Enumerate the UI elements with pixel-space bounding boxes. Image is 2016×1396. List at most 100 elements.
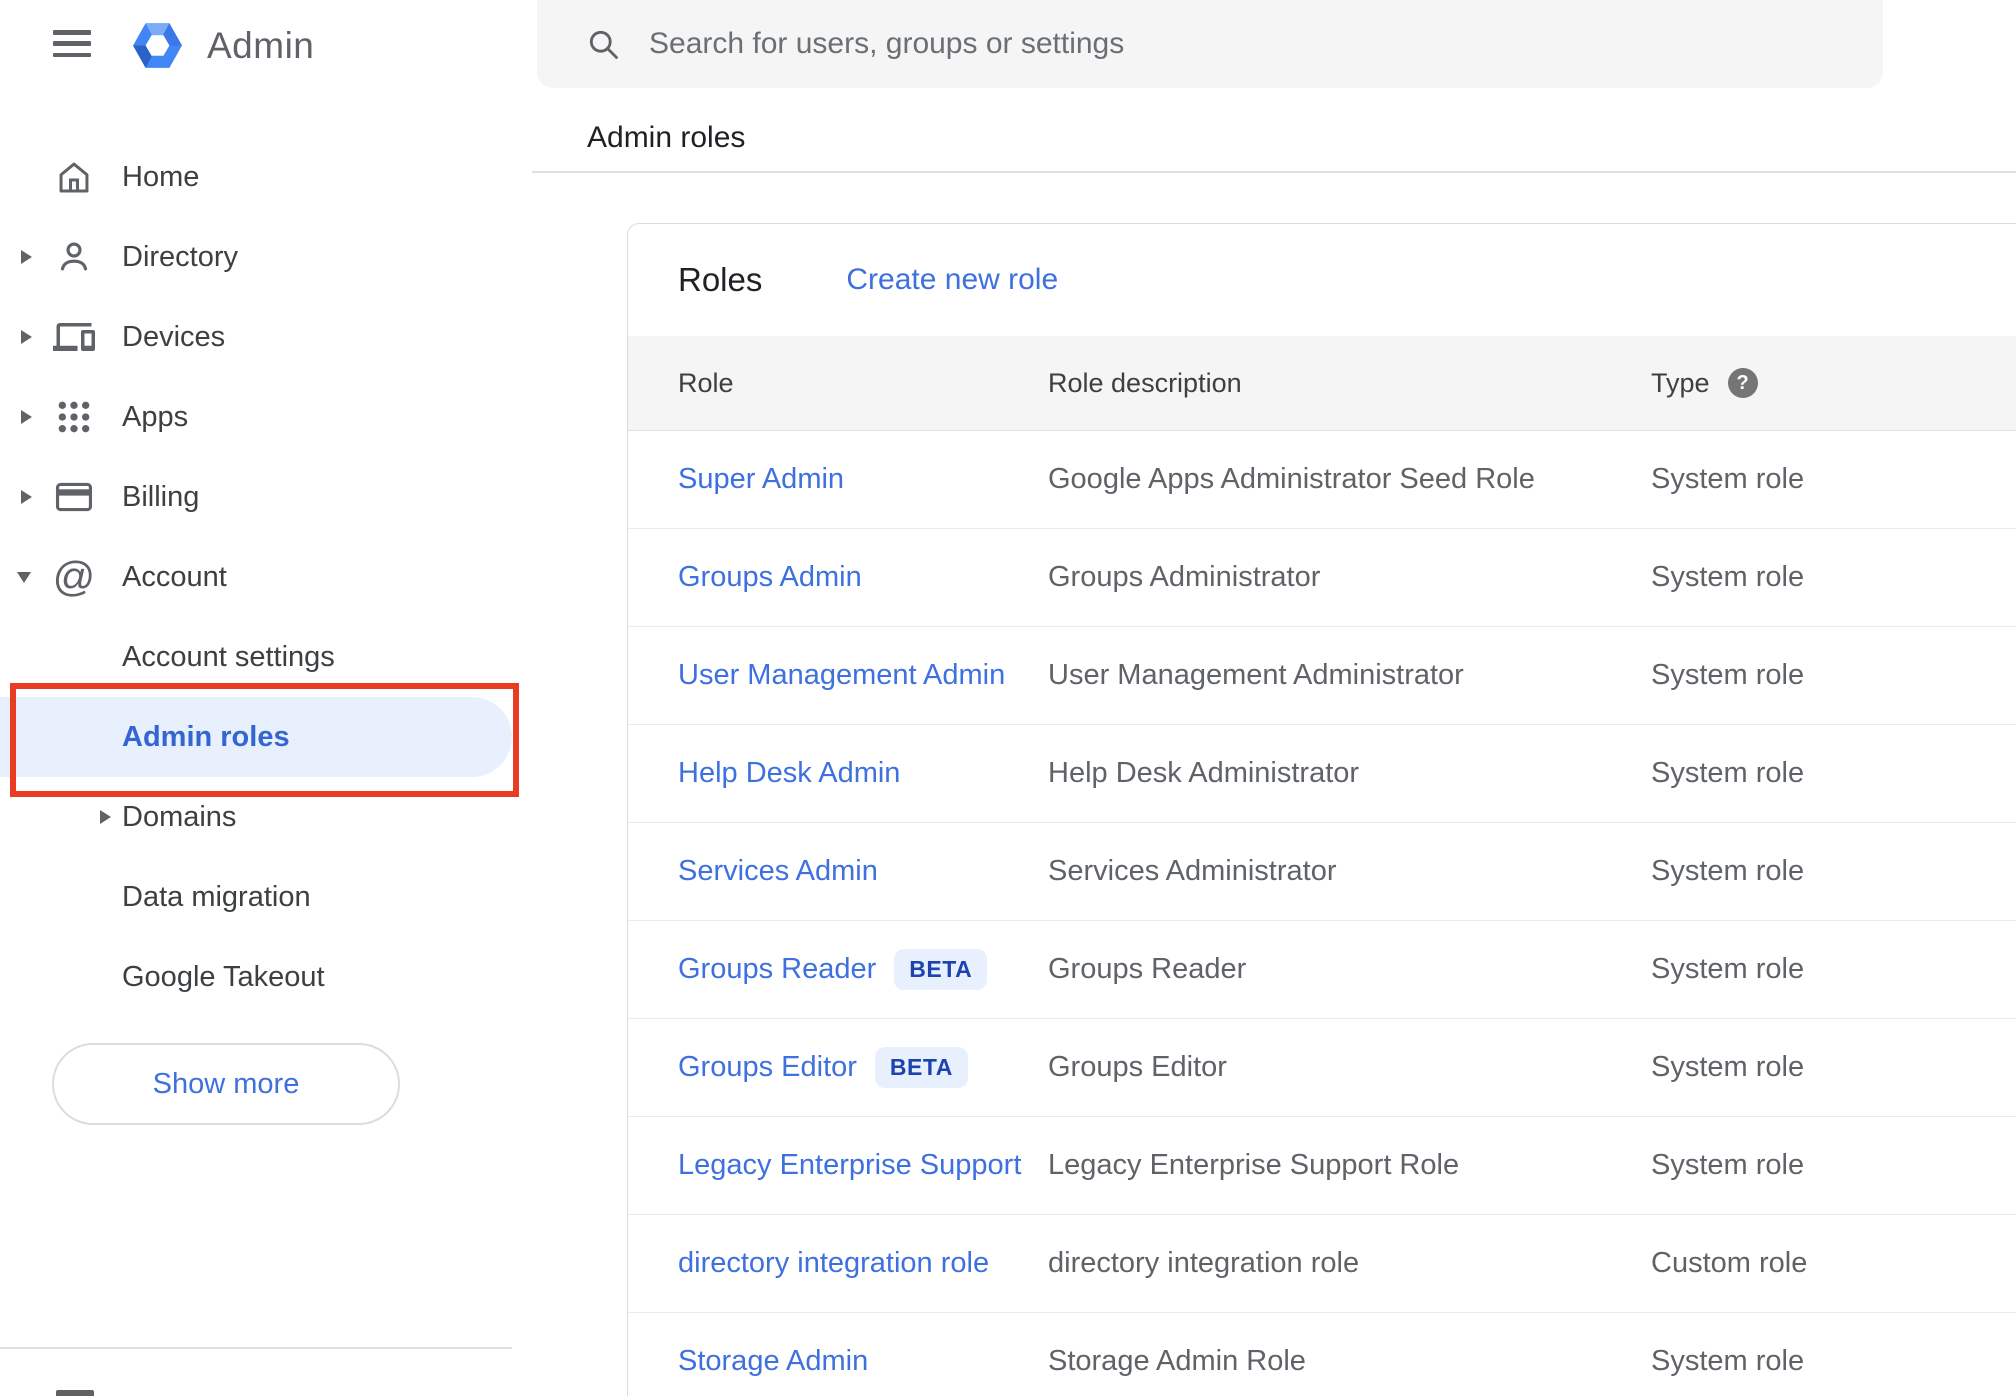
role-link[interactable]: Legacy Enterprise Support	[678, 1149, 1021, 1182]
sidebar-nav: Home Directory Devices Apps Billing @ Account A…	[0, 137, 530, 1017]
menu-bar	[53, 30, 91, 35]
role-cell: Help Desk Admin	[628, 757, 1048, 790]
role-type-cell: System role	[1651, 1345, 1805, 1377]
role-description-cell: Services Administrator	[1048, 855, 1337, 887]
role-type-cell: System role	[1651, 855, 1805, 887]
sidebar-item-label: Google Takeout	[122, 960, 325, 993]
collapse-arrow-icon[interactable]	[17, 571, 31, 583]
person-icon	[52, 235, 96, 279]
sidebar-item-data-migration[interactable]: Data migration	[0, 857, 512, 937]
role-cell: Super Admin	[628, 463, 1048, 496]
role-link[interactable]: User Management Admin	[678, 659, 1005, 692]
sidebar-item-domains[interactable]: Domains	[0, 777, 512, 857]
role-cell: Groups Reader BETA	[628, 949, 1048, 990]
sidebar-item-devices[interactable]: Devices	[0, 297, 530, 377]
table-row: Help Desk Admin Help Desk Administrator Sy…	[628, 725, 2016, 823]
role-link[interactable]: Help Desk Admin	[678, 757, 900, 790]
expand-arrow-icon[interactable]	[100, 810, 111, 824]
role-type-cell: System role	[1651, 1149, 1805, 1181]
role-link[interactable]: Groups Admin	[678, 561, 862, 594]
sidebar-item-label: Apps	[122, 400, 189, 433]
role-description-cell: directory integration role	[1048, 1247, 1360, 1279]
sidebar-item-account[interactable]: @ Account	[0, 537, 530, 617]
column-header-role-description: Role description	[1048, 367, 1242, 398]
role-description-cell: Groups Editor	[1048, 1051, 1227, 1083]
role-type-cell: System role	[1651, 1051, 1805, 1083]
create-new-role-link[interactable]: Create new role	[846, 263, 1058, 297]
sidebar-item-label: Directory	[122, 240, 239, 273]
role-cell: Legacy Enterprise Support	[628, 1149, 1048, 1182]
role-cell: directory integration role	[628, 1247, 1048, 1280]
table-header: Role Role description Type ?	[628, 336, 2016, 431]
role-type-cell: Custom role	[1651, 1247, 1808, 1279]
sidebar-item-label: Account settings	[122, 640, 335, 673]
sidebar-item-label: Admin roles	[122, 720, 290, 753]
table-row: Groups Editor BETA Groups Editor System rol…	[628, 1019, 2016, 1117]
sidebar-item-admin-roles[interactable]: Admin roles	[0, 697, 512, 777]
role-cell: User Management Admin	[628, 659, 1048, 692]
role-link[interactable]: Groups Editor	[678, 1051, 857, 1084]
sidebar: Admin Home Directory Devices Apps Billing @ Ac…	[0, 0, 530, 1396]
sidebar-divider	[0, 1347, 512, 1349]
sidebar-item-label: Account	[122, 560, 227, 593]
table-row: Services Admin Services Administrator Syst…	[628, 823, 2016, 921]
help-icon[interactable]: ?	[1727, 368, 1758, 398]
role-description-cell: Groups Administrator	[1048, 561, 1321, 593]
sidebar-item-directory[interactable]: Directory	[0, 217, 530, 297]
role-link[interactable]: Services Admin	[678, 855, 878, 888]
sidebar-item-label: Domains	[122, 800, 237, 833]
expand-arrow-icon[interactable]	[21, 330, 32, 344]
devices-icon	[52, 315, 96, 359]
sidebar-item-account-settings[interactable]: Account settings	[0, 617, 512, 697]
expand-arrow-icon[interactable]	[21, 250, 32, 264]
sidebar-item-label: Devices	[122, 320, 226, 353]
sidebar-item-label: Data migration	[122, 880, 311, 913]
header-divider	[532, 171, 2016, 173]
role-link[interactable]: Groups Reader	[678, 953, 876, 986]
role-description-cell: Storage Admin Role	[1048, 1345, 1306, 1377]
table-row: Storage Admin Storage Admin Role System ro…	[628, 1313, 2016, 1396]
role-cell: Groups Admin	[628, 561, 1048, 594]
role-link[interactable]: Super Admin	[678, 463, 844, 496]
table-row: directory integration role directory inte…	[628, 1215, 2016, 1313]
column-header-type: Type ?	[1651, 368, 2016, 399]
menu-bar	[53, 41, 91, 46]
expand-arrow-icon[interactable]	[21, 410, 32, 424]
admin-logo[interactable]: Admin	[132, 20, 314, 71]
role-description-cell: Google Apps Administrator Seed Role	[1048, 463, 1535, 495]
beta-badge: BETA	[894, 949, 988, 990]
show-more-button[interactable]: Show more	[52, 1043, 400, 1125]
role-description-cell: Help Desk Administrator	[1048, 757, 1360, 789]
sidebar-item-google-takeout[interactable]: Google Takeout	[0, 937, 512, 1017]
card-title: Roles	[678, 261, 763, 298]
table-row: Super Admin Google Apps Administrator See…	[628, 431, 2016, 529]
role-type-cell: System role	[1651, 953, 1805, 985]
partial-cutoff-icon	[56, 1390, 94, 1396]
role-link[interactable]: directory integration role	[678, 1247, 989, 1280]
role-cell: Storage Admin	[628, 1345, 1048, 1378]
table-row: Groups Admin Groups Administrator System r…	[628, 529, 2016, 627]
role-type-cell: System role	[1651, 463, 1805, 495]
sidebar-item-apps[interactable]: Apps	[0, 377, 530, 457]
role-type-cell: System role	[1651, 561, 1805, 593]
search-bar	[537, 0, 1883, 88]
search-input[interactable]	[647, 26, 1801, 62]
menu-icon[interactable]	[53, 30, 91, 57]
role-cell: Services Admin	[628, 855, 1048, 888]
search-icon[interactable]	[585, 26, 621, 62]
role-type-cell: System role	[1651, 757, 1805, 789]
role-type-cell: System role	[1651, 659, 1805, 691]
billing-icon	[52, 475, 96, 519]
sidebar-item-billing[interactable]: Billing	[0, 457, 530, 537]
table-row: Legacy Enterprise Support Legacy Enterpri…	[628, 1117, 2016, 1215]
roles-card: Roles Create new role Role Role descript…	[627, 223, 2016, 1396]
expand-arrow-icon[interactable]	[21, 490, 32, 504]
table-row: User Management Admin User Management Adm…	[628, 627, 2016, 725]
role-description-cell: Groups Reader	[1048, 953, 1247, 985]
card-header: Roles Create new role	[628, 224, 2016, 336]
sidebar-item-home[interactable]: Home	[0, 137, 530, 217]
role-description-cell: Legacy Enterprise Support Role	[1048, 1149, 1460, 1181]
sidebar-item-label: Billing	[122, 480, 200, 513]
role-link[interactable]: Storage Admin	[678, 1345, 868, 1378]
role-description-cell: User Management Administrator	[1048, 659, 1464, 691]
